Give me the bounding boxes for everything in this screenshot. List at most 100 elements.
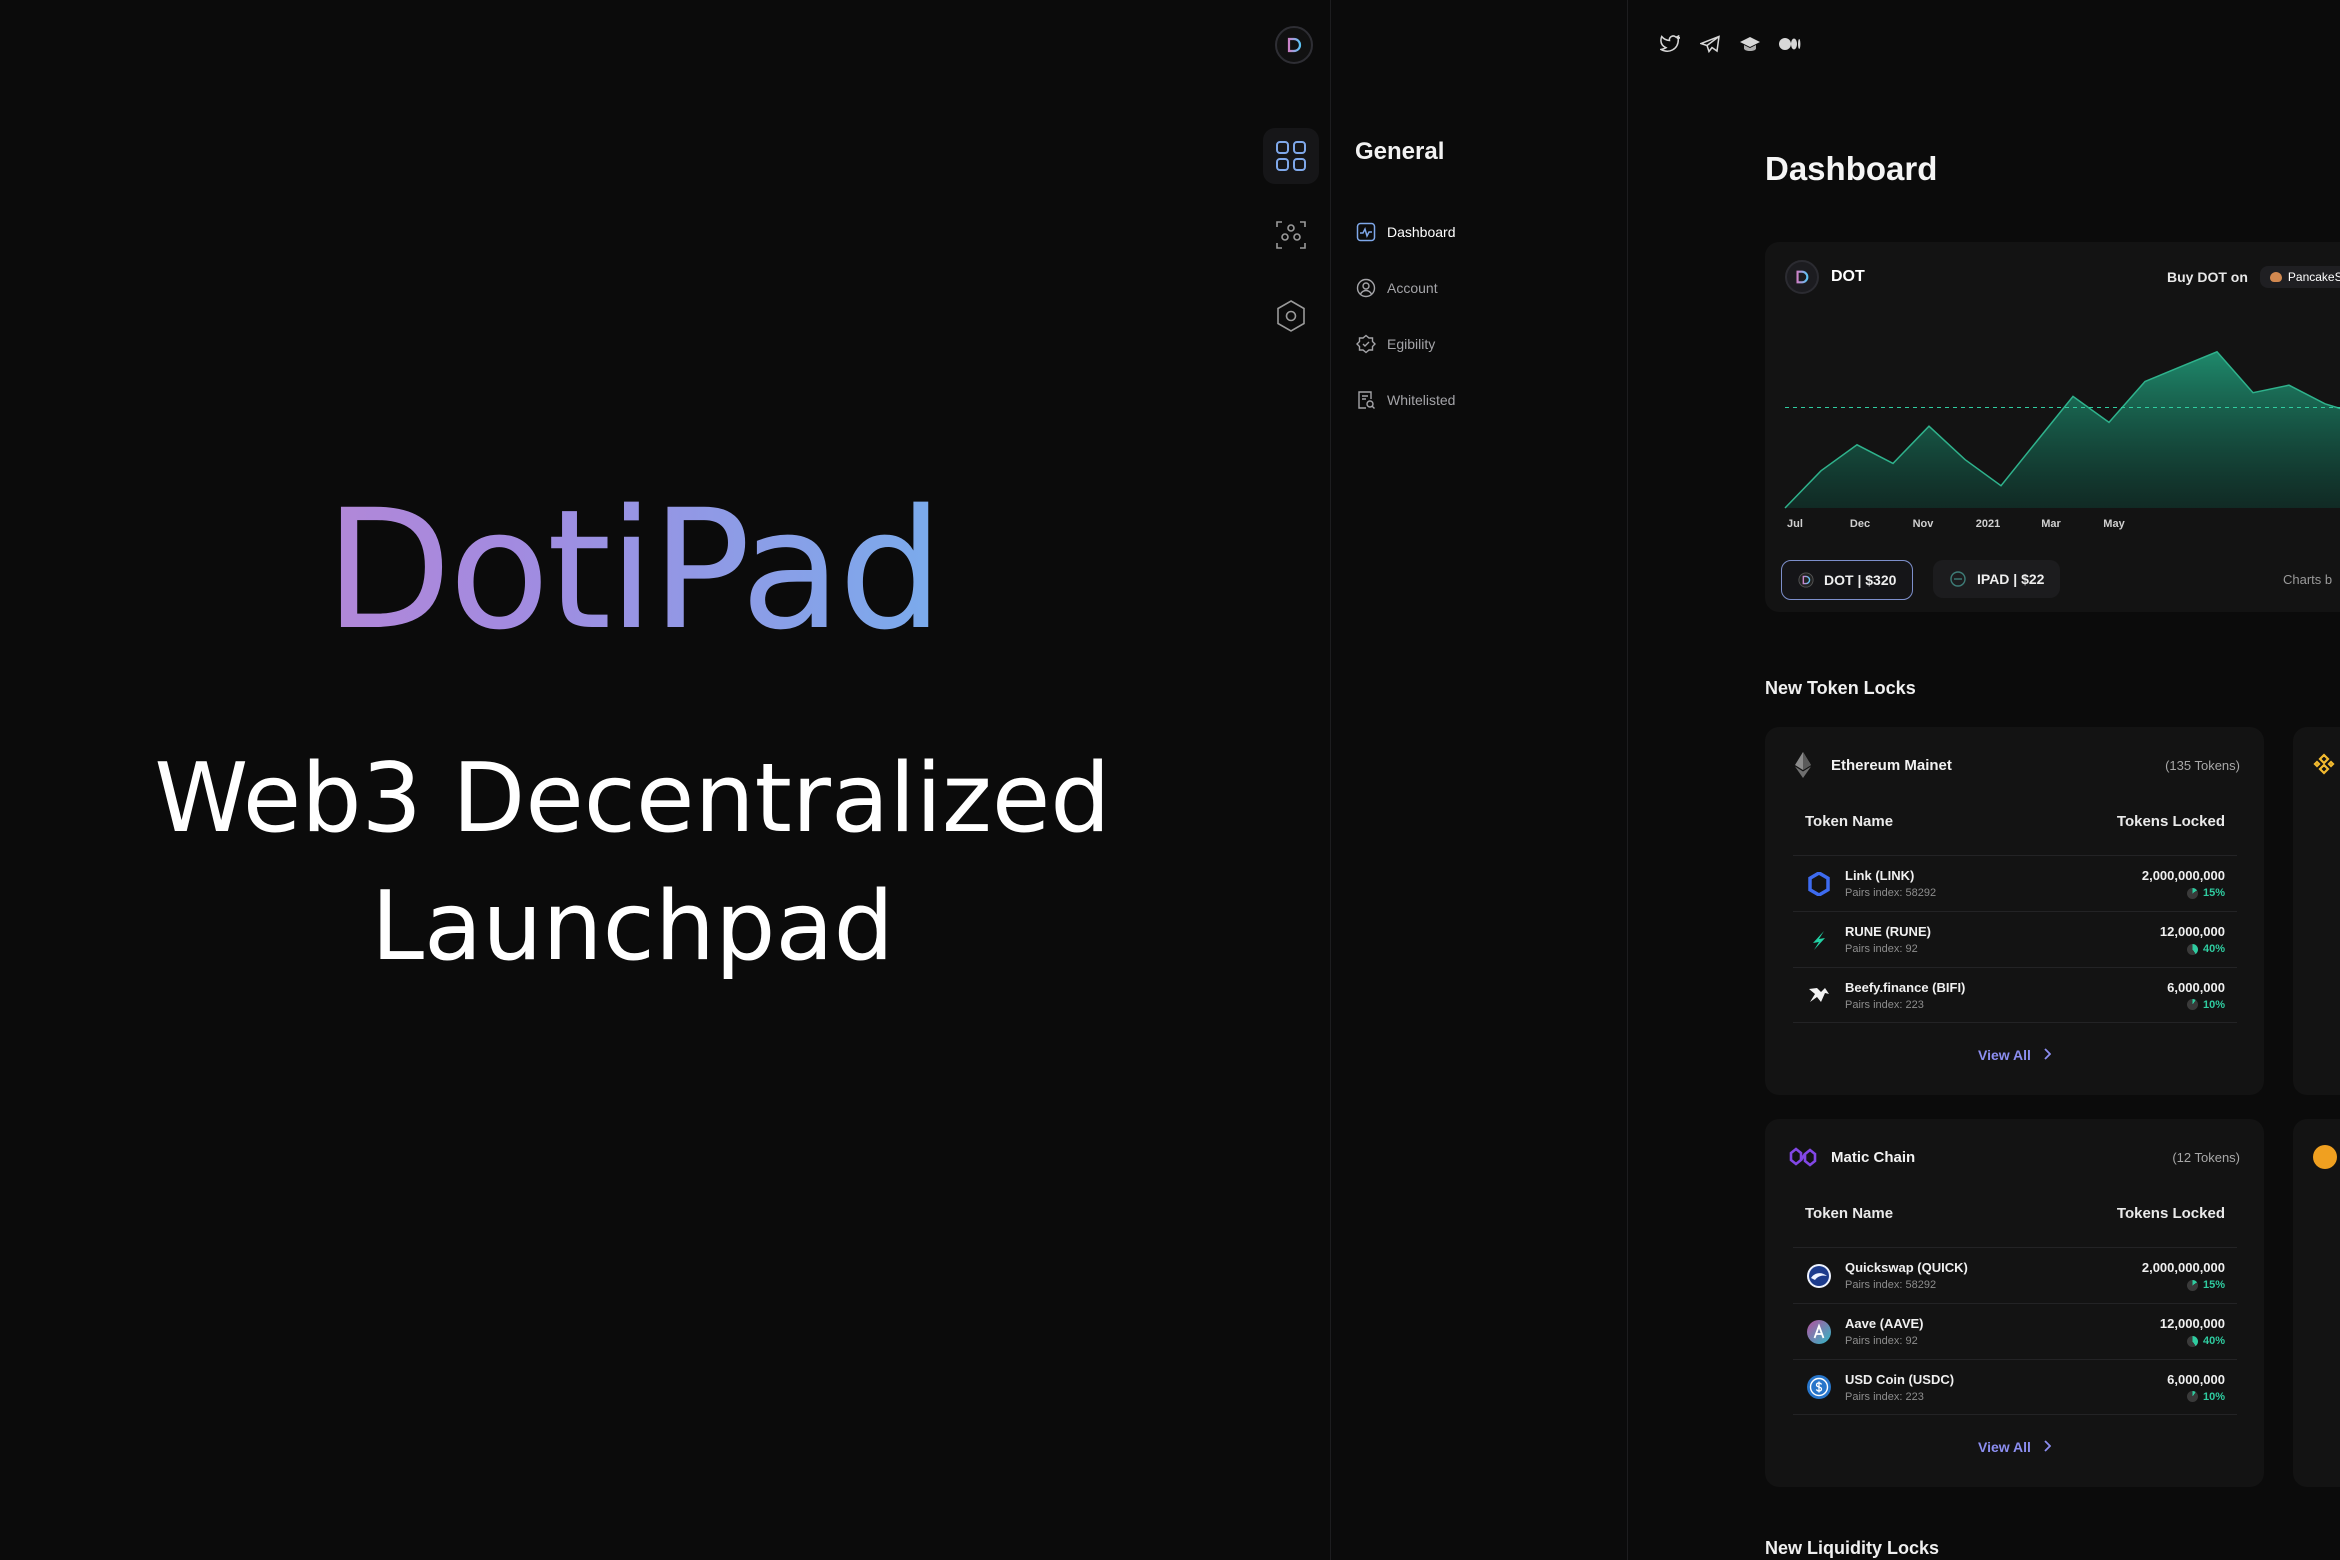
chevron-right-icon bbox=[2043, 1439, 2052, 1455]
token-name: Quickswap (QUICK) bbox=[1845, 1260, 1968, 1275]
token-lock-card-ethereum: Ethereum Mainet (135 Tokens) Token Name … bbox=[1765, 727, 2264, 1095]
nav-item-label: Dashboard bbox=[1387, 224, 1456, 240]
dotipad-logo-icon[interactable] bbox=[1275, 26, 1313, 64]
table-header: Token Name Tokens Locked bbox=[1805, 1205, 2225, 1222]
chain-header: Matic Chain (12 Tokens) bbox=[1789, 1143, 2240, 1171]
token-lock-card-bsc bbox=[2293, 727, 2340, 1095]
price-area-series bbox=[1785, 351, 2340, 508]
nav-item-label: Egibility bbox=[1387, 336, 1436, 352]
nav-section-title: General bbox=[1355, 138, 1445, 165]
user-icon bbox=[1355, 277, 1377, 299]
token-lock-card-other bbox=[2293, 1119, 2340, 1487]
token-name: Link (LINK) bbox=[1845, 868, 1915, 883]
page-title: Dashboard bbox=[1765, 150, 1938, 187]
quickswap-icon bbox=[1805, 1262, 1833, 1290]
percent-pie-icon bbox=[2186, 999, 2198, 1010]
token-count: (135 Tokens) bbox=[2165, 757, 2240, 773]
x-tick-label: 2021 bbox=[1976, 518, 2000, 530]
percent-pie-icon bbox=[2186, 1391, 2198, 1402]
ipad-price-label: IPAD | $22 bbox=[1977, 571, 2045, 587]
token-name: USD Coin (USDC) bbox=[1845, 1371, 1955, 1387]
locked-amount: 2,000,000,000 bbox=[2141, 1260, 2225, 1275]
column-tokens-locked: Tokens Locked bbox=[2116, 1205, 2225, 1222]
nav-item-egibility[interactable]: Egibility bbox=[1355, 330, 1435, 358]
locked-percent: 10% bbox=[2202, 1390, 2225, 1403]
x-tick-label: Jul bbox=[1787, 518, 1803, 530]
ipad-price-pill[interactable]: IPAD | $22 bbox=[1933, 560, 2061, 598]
locked-percent: 10% bbox=[2202, 998, 2225, 1011]
nav-item-whitelisted[interactable]: Whitelisted bbox=[1355, 386, 1455, 414]
nav-item-label: Account bbox=[1387, 280, 1438, 296]
grid-icon[interactable] bbox=[1263, 128, 1319, 184]
pancakeswap-link[interactable]: PancakeSw bbox=[2259, 266, 2340, 288]
dot-coin-icon bbox=[1798, 572, 1814, 588]
nav-item-account[interactable]: Account bbox=[1355, 274, 1438, 302]
table-row[interactable]: Aave (AAVE) Pairs index: 92 12,000,000 40% bbox=[1793, 1303, 2237, 1359]
locked-percent: 15% bbox=[2202, 1279, 2225, 1291]
x-tick-label: May bbox=[2103, 518, 2125, 530]
nav-panel: General Dashboard Account Egibility Whit… bbox=[1330, 0, 1628, 1560]
tagline-line-1: Web3 Decentralized bbox=[154, 744, 1111, 854]
dot-price-pill[interactable]: DOT | $320 bbox=[1781, 560, 1914, 600]
percent-pie-icon bbox=[2186, 943, 2198, 955]
chart-icon bbox=[1355, 221, 1377, 243]
nav-item-label: Whitelisted bbox=[1387, 392, 1456, 408]
column-token-name: Token Name bbox=[1805, 1205, 1894, 1222]
buy-text: Buy DOT on bbox=[2167, 269, 2248, 285]
main-content: Dashboard Jul Dec Nov 2021 Mar May DOT Buy DO… bbox=[1626, 0, 2340, 1560]
pairs-index: Pairs index: 58292 bbox=[1845, 1279, 1937, 1291]
bnb-icon bbox=[2313, 753, 2335, 780]
view-all-label: View All bbox=[1978, 1439, 2031, 1455]
pairs-index: Pairs index: 92 bbox=[1845, 943, 1918, 955]
twitter-icon[interactable] bbox=[1658, 32, 1682, 56]
aave-icon bbox=[1805, 1318, 1833, 1346]
table-row[interactable]: Quickswap (QUICK) Pairs index: 58292 2,00… bbox=[1793, 1247, 2237, 1303]
usdc-icon bbox=[1805, 1373, 1833, 1401]
hexagon-settings-icon[interactable] bbox=[1263, 288, 1319, 344]
token-table: Quickswap (QUICK) Pairs index: 58292 2,00… bbox=[1793, 1247, 2237, 1415]
tagline-line-2: Launchpad bbox=[371, 872, 894, 982]
locked-amount: 2,000,000,000 bbox=[2141, 868, 2225, 883]
buy-row: Buy DOT on PancakeSw bbox=[2167, 266, 2340, 288]
percent-pie-icon bbox=[2186, 887, 2198, 899]
view-all-link[interactable]: View All bbox=[1765, 1047, 2264, 1063]
token-name: Aave (AAVE) bbox=[1845, 1316, 1924, 1331]
locked-amount: 6,000,000 bbox=[2167, 979, 2225, 995]
table-row[interactable]: Link (LINK) Pairs index: 58292 2,000,000,… bbox=[1793, 855, 2237, 911]
x-tick-label: Dec bbox=[1850, 518, 1870, 530]
hero-tagline: Web3 Decentralized Launchpad bbox=[0, 735, 1265, 991]
telegram-icon[interactable] bbox=[1698, 32, 1722, 56]
locked-amount: 6,000,000 bbox=[2167, 1371, 2225, 1387]
table-row[interactable]: USD Coin (USDC) Pairs index: 223 6,000,00… bbox=[1793, 1359, 2237, 1415]
column-token-name: Token Name bbox=[1805, 813, 1894, 830]
view-all-link[interactable]: View All bbox=[1765, 1439, 2264, 1455]
thorchain-icon bbox=[1805, 926, 1833, 954]
graduation-cap-icon[interactable] bbox=[1738, 32, 1762, 56]
exchange-label: PancakeSw bbox=[2287, 270, 2340, 284]
view-all-label: View All bbox=[1978, 1047, 2031, 1063]
locked-percent: 40% bbox=[2202, 943, 2225, 955]
pancake-icon bbox=[2269, 272, 2282, 282]
network-icon[interactable] bbox=[1263, 207, 1319, 263]
brand-title: DotiPad bbox=[0, 488, 1265, 653]
x-tick-label: Nov bbox=[1913, 518, 1935, 530]
pairs-index: Pairs index: 223 bbox=[1845, 1390, 1924, 1403]
hero-section: DotiPad Web3 Decentralized Launchpad bbox=[0, 0, 1265, 1560]
price-chart-card: Jul Dec Nov 2021 Mar May DOT Buy DOT on Panca… bbox=[1765, 242, 2340, 612]
chain-header: Ethereum Mainet (135 Tokens) bbox=[1789, 751, 2240, 779]
locked-amount: 12,000,000 bbox=[2159, 1316, 2225, 1331]
token-name: RUNE (RUNE) bbox=[1845, 924, 1931, 939]
percent-pie-icon bbox=[2186, 1279, 2198, 1291]
table-row[interactable]: Beefy.finance (BIFI) Pairs index: 223 6,0… bbox=[1793, 967, 2237, 1023]
icon-rail bbox=[1245, 0, 1330, 1560]
percent-pie-icon bbox=[2186, 1335, 2198, 1347]
table-row[interactable]: RUNE (RUNE) Pairs index: 92 12,000,000 40% bbox=[1793, 911, 2237, 967]
nav-item-dashboard[interactable]: Dashboard bbox=[1355, 218, 1456, 246]
charts-by-label: Charts b bbox=[2283, 572, 2333, 587]
chain-name: Matic Chain bbox=[1831, 1148, 1916, 1166]
chainlink-icon bbox=[1805, 870, 1833, 898]
table-header: Token Name Tokens Locked bbox=[1805, 813, 2225, 830]
new-token-locks-heading: New Token Locks bbox=[1765, 678, 1916, 698]
medium-icon[interactable] bbox=[1778, 32, 1802, 56]
column-tokens-locked: Tokens Locked bbox=[2116, 813, 2225, 830]
